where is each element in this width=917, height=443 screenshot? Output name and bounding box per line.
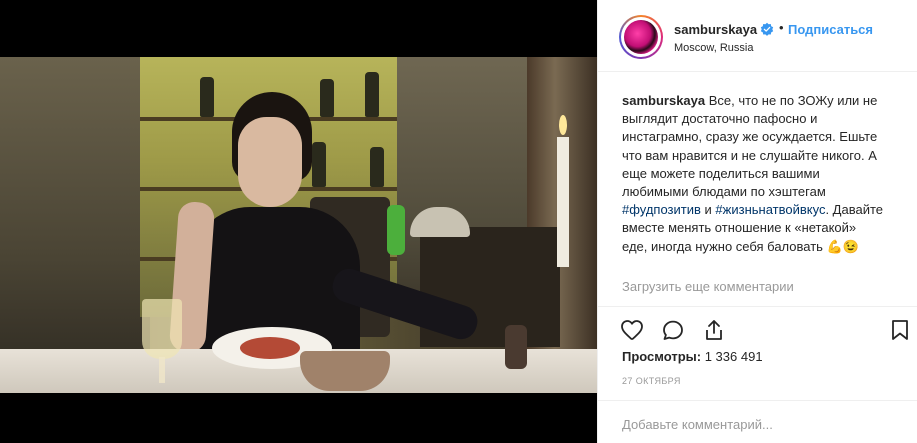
post-caption: samburskaya Все, что не по ЗОЖу или не в… — [622, 92, 884, 256]
scene-bottle — [200, 77, 214, 117]
scene-woman-face — [238, 117, 302, 207]
view-count: Просмотры: 1 336 491 — [622, 349, 763, 364]
scene-vase — [387, 205, 405, 255]
scene-wine-glass — [142, 299, 182, 359]
scene-flame — [559, 115, 567, 135]
video-player[interactable] — [0, 57, 597, 393]
avatar[interactable] — [619, 15, 663, 59]
caption-username-link[interactable]: samburskaya — [622, 93, 705, 108]
comment-icon[interactable] — [661, 318, 685, 342]
scene-bottle — [365, 72, 379, 117]
bookmark-icon[interactable] — [888, 318, 912, 342]
scene-wall — [0, 57, 150, 393]
scene-candle — [557, 137, 569, 267]
heart-icon[interactable] — [620, 318, 644, 342]
comment-input[interactable] — [622, 414, 892, 434]
views-number: 1 336 491 — [704, 349, 763, 364]
post-actions-bar — [598, 306, 917, 346]
hashtag-link[interactable]: #жизньнатвойвкус — [715, 202, 825, 217]
scene-pepper-shaker — [505, 325, 527, 369]
hashtag-link[interactable]: #фудпозитив — [622, 202, 701, 217]
scene-wine-glass-stem — [159, 357, 165, 383]
post-date[interactable]: 27 ОКТЯБРЯ — [622, 376, 681, 386]
scene-bottle — [370, 147, 384, 187]
verified-badge-icon — [760, 22, 774, 36]
post-media[interactable] — [0, 0, 597, 443]
share-icon[interactable] — [702, 318, 726, 342]
follow-button[interactable]: Подписаться — [788, 22, 873, 37]
scene-bread-basket — [300, 351, 390, 391]
scene-bottle — [312, 142, 326, 187]
post-header: samburskaya • Подписаться Moscow, Russia — [598, 0, 917, 72]
post-sidebar: samburskaya • Подписаться Moscow, Russia… — [597, 0, 917, 443]
load-more-comments-button[interactable]: Загрузить еще комментарии — [622, 279, 794, 294]
scene-bottle — [320, 79, 334, 117]
comment-form — [598, 400, 917, 443]
avatar-image — [624, 20, 658, 54]
username-link[interactable]: samburskaya — [674, 22, 757, 37]
caption-conjunction: и — [704, 202, 712, 218]
scene-salad — [240, 337, 300, 359]
views-label: Просмотры: — [622, 349, 702, 364]
separator-dot: • — [779, 20, 784, 35]
location-link[interactable]: Moscow, Russia — [674, 42, 753, 54]
caption-text: Все, что не по ЗОЖу или не выглядит дост… — [622, 93, 878, 200]
